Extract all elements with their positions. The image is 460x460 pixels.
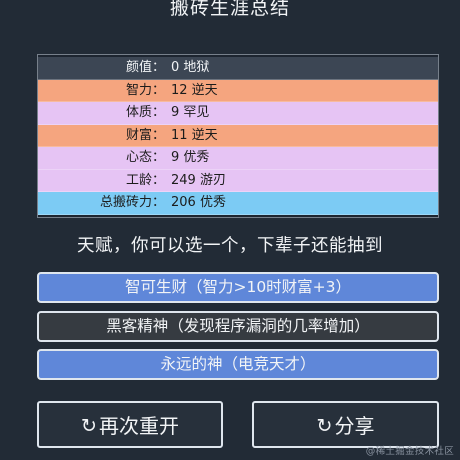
stat-row-intelligence: 智力： 12 逆天 bbox=[38, 79, 438, 102]
talent-option-hacker[interactable]: 黑客精神（发现程序漏洞的几率增加） bbox=[37, 311, 439, 342]
stat-value: 12 逆天 bbox=[171, 82, 218, 98]
talent-option-wealth[interactable]: 智可生财（智力>10时财富+3） bbox=[37, 272, 439, 303]
stat-label: 总搬砖力： bbox=[99, 195, 165, 210]
stat-label: 工龄： bbox=[125, 172, 165, 188]
stat-value: 249 游刃 bbox=[171, 172, 226, 188]
watermark: @稀土掘金技术社区 bbox=[365, 446, 454, 457]
stat-label: 心态： bbox=[125, 150, 165, 165]
share-button[interactable]: ↻ 分享 bbox=[252, 401, 439, 448]
refresh-icon: ↻ bbox=[316, 414, 333, 437]
page-title: 搬砖生涯总结 bbox=[169, 0, 290, 19]
stat-row-seniority: 工龄： 249 游刃 bbox=[38, 169, 438, 192]
talent-option-esports[interactable]: 永远的神（电竞天才） bbox=[37, 349, 439, 380]
stat-value: 9 优秀 bbox=[171, 150, 210, 165]
stat-row-wealth: 财富： 11 逆天 bbox=[38, 124, 438, 147]
stat-value: 11 逆天 bbox=[171, 127, 218, 143]
stat-value: 9 罕见 bbox=[171, 105, 210, 120]
stat-row-appearance: 颜值： 0 地狱 bbox=[38, 57, 438, 80]
stats-panel: 颜值： 0 地狱 智力： 12 逆天 体质： 9 罕见 财富： 11 逆天 心态… bbox=[37, 54, 439, 218]
stat-label: 财富： bbox=[125, 127, 165, 143]
stat-value: 206 优秀 bbox=[171, 195, 226, 210]
life-summary-screen: 搬砖生涯总结 颜值： 0 地狱 智力： 12 逆天 体质： 9 罕见 财富： 1… bbox=[0, 0, 460, 460]
restart-button[interactable]: ↻ 再次重开 bbox=[37, 401, 223, 448]
stat-row-mentality: 心态： 9 优秀 bbox=[38, 147, 438, 170]
stat-label: 体质： bbox=[125, 105, 165, 120]
stat-label: 颜值： bbox=[125, 60, 165, 75]
share-button-label: 分享 bbox=[334, 414, 375, 438]
stat-value: 0 地狱 bbox=[171, 60, 210, 75]
restart-button-label: 再次重开 bbox=[98, 414, 179, 438]
stat-row-total-power: 总搬砖力： 206 优秀 bbox=[38, 192, 438, 215]
refresh-icon: ↻ bbox=[81, 414, 97, 437]
stat-row-physique: 体质： 9 罕见 bbox=[38, 102, 438, 125]
stat-label: 智力： bbox=[125, 82, 165, 98]
talent-prompt: 天赋，你可以选一个，下辈子还能抽到 bbox=[77, 236, 383, 256]
